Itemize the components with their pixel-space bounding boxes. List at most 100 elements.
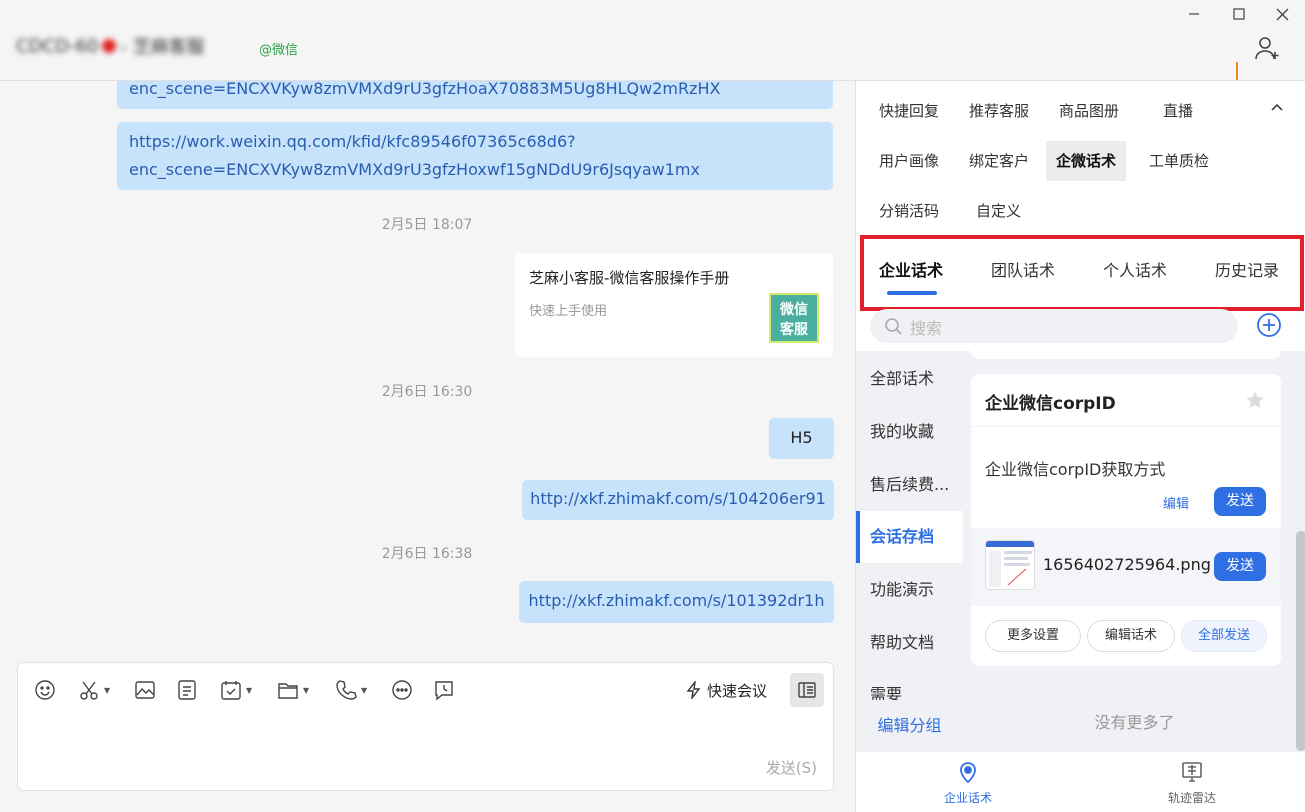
card-subtitle: 快速上手使用 [529, 304, 608, 319]
close-icon[interactable] [1260, 0, 1305, 28]
file-attachment[interactable]: 1656402725964.png 发送 [971, 528, 1281, 606]
end-of-list-text: 没有更多了 [1094, 713, 1175, 732]
add-circle-icon[interactable] [1256, 312, 1282, 338]
tab-custom[interactable]: 自定义 [966, 191, 1031, 231]
chevron-down-icon[interactable]: ▼ [303, 686, 309, 695]
message-text: http://xkf.zhimakf.com/s/101392dr1h [528, 591, 825, 610]
active-tab-indicator [887, 291, 937, 295]
message-link[interactable]: https://work.weixin.qq.com/kfid/kfc89546… [117, 122, 833, 190]
quick-meeting-button[interactable]: 快速会议 [685, 679, 767, 701]
tab-bind-customer[interactable]: 绑定客户 [959, 141, 1039, 181]
location-chat-icon [960, 762, 976, 784]
edit-link[interactable]: 编辑 [1163, 493, 1189, 512]
timestamp: 2月6日 16:38 [381, 546, 473, 562]
tab-user-profile[interactable]: 用户画像 [869, 141, 949, 181]
image-icon[interactable] [134, 679, 156, 701]
script-text: 企业微信corpID获取方式 [985, 460, 1166, 479]
contact-source-tag: @微信 [259, 43, 299, 58]
tab-team-scripts[interactable]: 团队话术 [991, 257, 1055, 281]
search-icon [885, 318, 902, 335]
message-link[interactable]: enc_scene=ENCXVKyw8zmVMXd9rU3gfzHoaX7088… [117, 81, 833, 109]
search-input[interactable]: 搜索 [870, 309, 1238, 343]
minimize-icon[interactable] [1171, 0, 1216, 28]
category-after-sales[interactable]: 售后续费... [856, 459, 963, 511]
timestamp: 2月6日 16:30 [381, 384, 473, 400]
send-file-button[interactable]: 发送 [1214, 552, 1266, 581]
nav-track-radar[interactable]: 轨迹雷达 [1152, 760, 1232, 806]
folder-icon[interactable]: ▼ [277, 679, 309, 701]
message-card[interactable]: 芝麻小客服-微信客服操作手册 快速上手使用 微信 客服 [515, 253, 833, 357]
add-member-icon[interactable] [1253, 34, 1281, 62]
file-name: 1656402725964.png [1043, 555, 1211, 574]
task-icon[interactable]: ▼ [220, 679, 252, 701]
send-text-button[interactable]: 发送 [1214, 487, 1266, 516]
chat-record-icon[interactable] [433, 679, 455, 701]
scrollbar[interactable] [1296, 531, 1305, 751]
bottom-nav: 企业话术 轨迹雷达 [856, 751, 1305, 812]
category-session-archive[interactable]: 会话存档 [856, 511, 963, 563]
chevron-up-icon[interactable] [1269, 99, 1285, 115]
tab-live[interactable]: 直播 [1153, 91, 1203, 131]
contact-name-left: CDCD-60 [16, 35, 99, 57]
category-favorites[interactable]: 我的收藏 [856, 406, 963, 458]
panel-icon [798, 682, 816, 698]
tab-personal-scripts[interactable]: 个人话术 [1103, 257, 1167, 281]
divider [971, 426, 1281, 427]
scissors-icon[interactable]: ▼ [78, 679, 110, 701]
message-text: H5 [790, 428, 813, 447]
thumb-text-1: 微信 [780, 302, 808, 318]
status-dot [102, 39, 117, 53]
quick-meeting-label: 快速会议 [707, 681, 768, 700]
document-icon[interactable] [176, 679, 198, 701]
tab-history[interactable]: 历史记录 [1215, 257, 1279, 281]
message-link[interactable]: http://xkf.zhimakf.com/s/101392dr1h [519, 581, 834, 623]
search-placeholder: 搜索 [910, 319, 943, 338]
tab-distribution-code[interactable]: 分销活码 [869, 191, 949, 231]
more-icon[interactable] [391, 679, 413, 701]
message-text: enc_scene=ENCXVKyw8zmVMXd9rU3gfzHoaX7088… [129, 81, 721, 98]
send-all-button[interactable]: 全部发送 [1181, 620, 1267, 652]
card-thumbnail: 微信 客服 [769, 293, 819, 343]
tab-ticket-qa[interactable]: 工单质检 [1139, 141, 1219, 181]
star-icon[interactable] [1245, 390, 1265, 410]
more-settings-button[interactable]: 更多设置 [985, 620, 1081, 652]
tab-wecom-scripts[interactable]: 企微话术 [1046, 141, 1127, 181]
nav-enterprise-scripts[interactable]: 企业话术 [928, 760, 1008, 806]
chevron-down-icon[interactable]: ▼ [104, 686, 110, 695]
send-button[interactable]: 发送(S) [766, 757, 817, 778]
message-text-bubble[interactable]: H5 [769, 418, 834, 459]
chevron-down-icon[interactable]: ▼ [361, 686, 367, 695]
thumb-text-2: 客服 [780, 322, 808, 338]
category-demo[interactable]: 功能演示 [856, 564, 963, 616]
contact-name-right: - 芝麻客服 [120, 37, 205, 58]
category-list: 全部话术 我的收藏 售后续费... 会话存档 功能演示 帮助文档 需要 [856, 351, 963, 751]
contact-name[interactable]: CDCD-60 - 芝麻客服 [16, 34, 205, 59]
category-all[interactable]: 全部话术 [856, 353, 963, 405]
script-list: 企业微信corpID 企业微信corpID获取方式 编辑 发送 16564027… [963, 351, 1305, 751]
phone-icon[interactable]: ▼ [335, 679, 367, 701]
lightning-icon [686, 681, 701, 699]
category-help-docs[interactable]: 帮助文档 [856, 617, 963, 669]
script-card[interactable]: 企业微信corpID 企业微信corpID获取方式 编辑 发送 16564027… [971, 374, 1281, 666]
file-thumbnail [985, 540, 1035, 590]
edit-script-button[interactable]: 编辑话术 [1087, 620, 1175, 652]
tab-recommend-agent[interactable]: 推荐客服 [959, 91, 1039, 131]
tab-product-album[interactable]: 商品图册 [1049, 91, 1129, 131]
tab-enterprise-scripts[interactable]: 企业话术 [879, 257, 943, 281]
edit-group-button[interactable]: 编辑分组 [856, 700, 963, 752]
emoji-icon[interactable] [34, 679, 56, 701]
side-panel-toggle-button[interactable] [790, 673, 824, 707]
nav-label: 企业话术 [943, 791, 992, 805]
previous-script-card [971, 351, 1281, 359]
tab-quick-reply[interactable]: 快捷回复 [869, 91, 949, 131]
message-input-box[interactable]: ▼ ▼ ▼ ▼ 快速会议 发送(S) [17, 662, 834, 791]
right-side-panel: 快捷回复 推荐客服 商品图册 直播 用户画像 绑定客户 企微话术 工单质检 分销… [855, 81, 1305, 812]
chevron-down-icon[interactable]: ▼ [246, 686, 252, 695]
nav-label: 轨迹雷达 [1167, 791, 1216, 805]
card-title: 芝麻小客服-微信客服操作手册 [529, 269, 730, 287]
timestamp: 2月5日 18:07 [381, 217, 473, 233]
message-text-line1: https://work.weixin.qq.com/kfid/kfc89546… [129, 132, 576, 151]
image-preview-icon [986, 541, 1034, 587]
maximize-icon[interactable] [1216, 0, 1261, 28]
message-link[interactable]: http://xkf.zhimakf.com/s/104206er91 [522, 480, 834, 520]
